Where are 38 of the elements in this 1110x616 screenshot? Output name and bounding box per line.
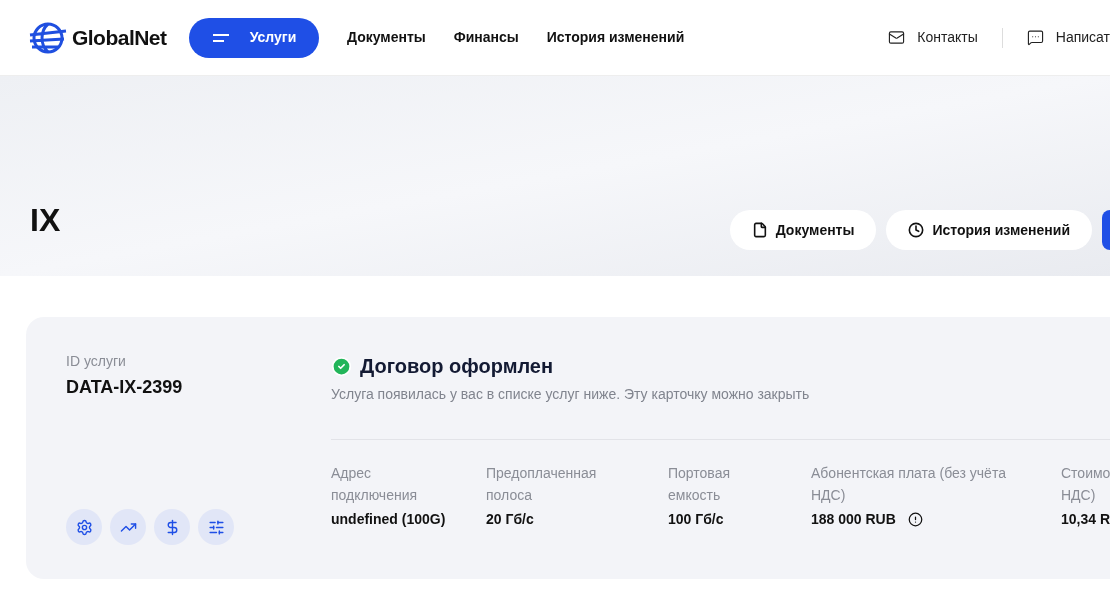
- nav-tab[interactable]: История изменений: [546, 27, 685, 48]
- status-text: Услуга появилась у вас в списке услуг ниже. Эту карточку можно закрыть: [331, 385, 811, 404]
- field-label: Предоплаченная полоса: [486, 464, 598, 505]
- field-value: 10,34 R: [1061, 510, 1110, 529]
- field-label: Адрес подключения: [331, 464, 419, 505]
- field-value: 188 000 RUB: [811, 510, 896, 529]
- menu-icon: [211, 32, 230, 43]
- nav-tab[interactable]: Документы: [347, 27, 426, 48]
- nav-tab[interactable]: Финансы: [453, 27, 519, 48]
- chat-icon: [1026, 29, 1044, 46]
- id-value: DATA-IX-2399: [66, 376, 184, 399]
- field-value: 100 Гб/с: [668, 510, 724, 529]
- documents-button[interactable]: Документы: [729, 210, 877, 250]
- mail-icon: [888, 29, 906, 46]
- document-icon: [751, 222, 768, 238]
- action-button[interactable]: [110, 509, 146, 545]
- contacts-link[interactable]: Контакты: [888, 27, 978, 48]
- sliders-icon: [207, 518, 225, 536]
- write-link[interactable]: Написат: [1026, 27, 1110, 48]
- settings-icon: [75, 518, 93, 536]
- nav-tab[interactable]: Услуги: [189, 17, 319, 58]
- status-title: Договор оформлен: [360, 354, 554, 379]
- id-label: ID услуги: [66, 352, 127, 371]
- history-button[interactable]: История изменений: [886, 210, 1092, 250]
- field-label: Портовая емкость: [668, 464, 731, 505]
- logo-text: GlobalNet: [72, 24, 167, 51]
- action-button[interactable]: [154, 509, 190, 545]
- globe-logo-icon: [28, 20, 68, 55]
- info-icon[interactable]: [907, 512, 923, 527]
- field-label: Стоимо НДС): [1061, 464, 1110, 505]
- field-value: 20 Гб/с: [486, 510, 534, 529]
- action-button[interactable]: [198, 509, 234, 545]
- round-button[interactable]: [1102, 210, 1110, 250]
- clock-icon: [908, 222, 925, 238]
- action-button[interactable]: [66, 509, 102, 545]
- page-title: IX: [30, 201, 61, 240]
- field-label: Абонентская плата (без учёта НДС): [811, 464, 1007, 505]
- field-value: undefined (100G): [331, 510, 446, 529]
